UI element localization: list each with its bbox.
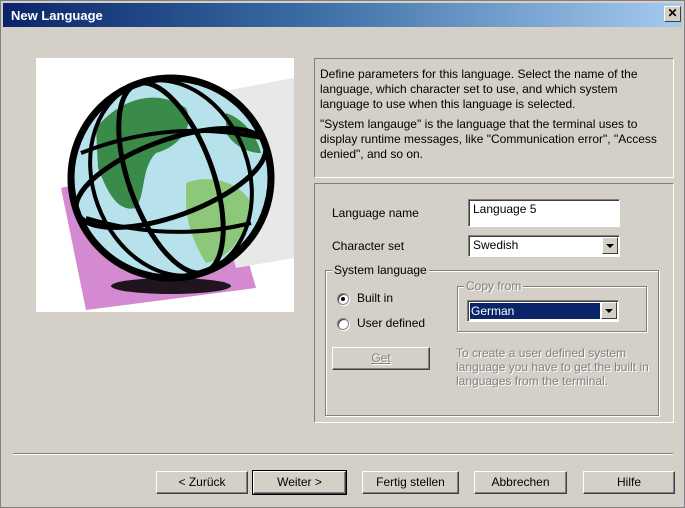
copy-from-legend: Copy from xyxy=(464,279,524,293)
parameters-panel: Language name Language 5 Character set S… xyxy=(314,183,674,423)
user-defined-hint: To create a user defined system language… xyxy=(456,346,649,388)
back-button[interactable]: < Zurück xyxy=(156,471,248,494)
radio-built-in[interactable] xyxy=(337,293,349,305)
dropdown-arrow-icon[interactable] xyxy=(602,237,618,254)
separator xyxy=(13,453,673,455)
copy-from-select[interactable]: German xyxy=(467,300,619,322)
language-name-label: Language name xyxy=(332,206,419,220)
info-paragraph-1: Define parameters for this language. Sel… xyxy=(320,67,638,111)
cancel-button[interactable]: Abbrechen xyxy=(474,471,567,494)
radio-user-defined[interactable] xyxy=(337,318,349,330)
globe-icon xyxy=(61,74,294,310)
dropdown-arrow-icon[interactable] xyxy=(601,302,617,319)
globe-illustration xyxy=(36,58,294,312)
next-button[interactable]: Weiter > xyxy=(252,470,347,495)
system-language-legend: System language xyxy=(332,263,429,277)
copy-from-value: German xyxy=(470,303,600,319)
radio-user-defined-label[interactable]: User defined xyxy=(357,316,425,330)
close-icon[interactable]: ✕ xyxy=(664,6,681,22)
get-button[interactable]: Get xyxy=(332,347,430,370)
new-language-dialog: New Language ✕ Define parameters for thi… xyxy=(0,0,685,508)
character-set-label: Character set xyxy=(332,239,405,253)
title-bar: New Language ✕ xyxy=(3,3,682,27)
language-name-input[interactable]: Language 5 xyxy=(468,199,620,227)
info-panel: Define parameters for this language. Sel… xyxy=(314,58,674,178)
finish-button[interactable]: Fertig stellen xyxy=(362,471,459,494)
info-paragraph-2: "System langauge" is the language that t… xyxy=(320,117,657,161)
radio-built-in-label[interactable]: Built in xyxy=(357,291,393,305)
help-button[interactable]: Hilfe xyxy=(583,471,675,494)
character-set-select[interactable]: Swedish xyxy=(468,235,620,257)
window-title: New Language xyxy=(11,8,103,23)
character-set-value: Swedish xyxy=(473,238,519,252)
get-button-label: Get xyxy=(371,351,391,365)
